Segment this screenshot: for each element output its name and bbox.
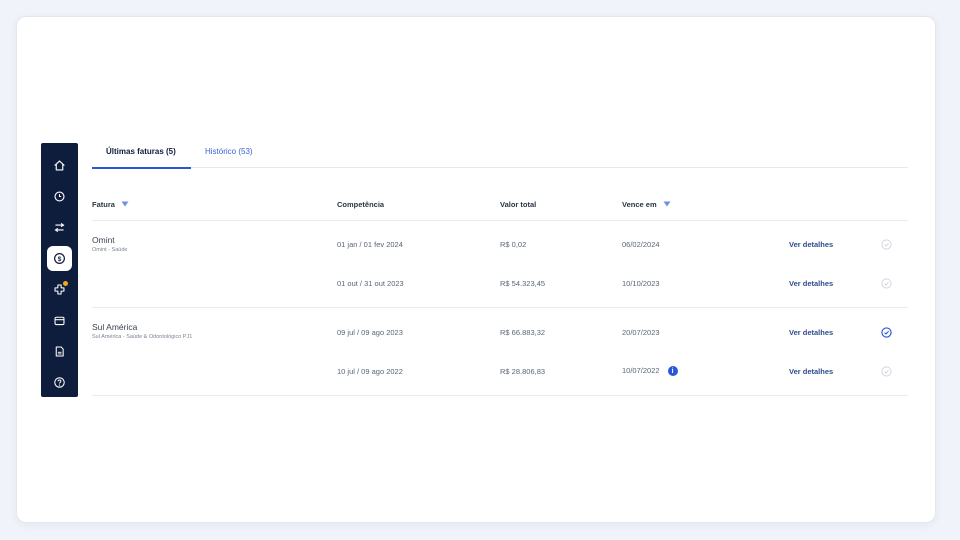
status-pending-icon[interactable]	[881, 278, 892, 289]
competencia-cell: 01 out / 31 out 2023	[337, 279, 404, 288]
provider-cell: Sul América Sul América - Saúde & Odonto…	[92, 322, 192, 340]
provider-plan: Omint - Saúde	[92, 247, 128, 253]
provider-name: Omint	[92, 235, 115, 245]
ver-detalhes-link[interactable]: Ver detalhes	[789, 367, 833, 376]
help-icon	[54, 377, 65, 388]
ver-detalhes-link[interactable]: Ver detalhes	[789, 279, 833, 288]
filter-icon[interactable]	[663, 201, 671, 207]
notification-badge	[63, 281, 68, 286]
header-valor-total: Valor total	[500, 199, 537, 209]
dollar-icon: $	[54, 253, 65, 264]
sidebar-item-help[interactable]	[47, 370, 72, 395]
vence-cell: 20/07/2023	[622, 328, 660, 337]
sidebar-item-clock[interactable]	[47, 184, 72, 209]
header-vence-em-label: Vence em	[622, 199, 657, 209]
sidebar-item-health[interactable]	[47, 277, 72, 302]
tab-history[interactable]: Histórico (53)	[191, 143, 267, 168]
sidebar: $	[41, 143, 78, 397]
svg-text:$: $	[58, 256, 62, 263]
ver-detalhes-link[interactable]: Ver detalhes	[789, 328, 833, 337]
tab-latest-invoices[interactable]: Últimas faturas (5)	[92, 143, 191, 169]
info-icon[interactable]: i	[667, 366, 678, 377]
status-active-icon[interactable]	[881, 327, 892, 338]
wallet-icon	[54, 316, 65, 326]
vence-cell: 10/07/2022 i	[622, 366, 678, 377]
header-vence-em[interactable]: Vence em	[622, 198, 671, 210]
provider-plan: Sul América - Saúde & Odontológico PJ1	[92, 334, 193, 340]
invoice-tabs: Últimas faturas (5) Histórico (53)	[92, 143, 908, 169]
vence-cell: 10/10/2023	[622, 279, 660, 288]
vence-date: 10/07/2022	[622, 366, 660, 375]
ver-detalhes-link[interactable]: Ver detalhes	[789, 240, 833, 249]
sidebar-item-home[interactable]	[47, 153, 72, 178]
competencia-cell: 01 jan / 01 fev 2024	[337, 240, 403, 249]
filter-icon[interactable]	[121, 201, 129, 207]
provider-name: Sul América	[92, 322, 138, 332]
competencia-cell: 10 jul / 09 ago 2022	[337, 367, 403, 376]
transfer-icon	[54, 222, 65, 233]
sidebar-item-documents[interactable]	[47, 339, 72, 364]
clock-icon	[54, 191, 65, 202]
valor-cell: R$ 54.323,45	[500, 279, 546, 288]
group-divider	[92, 307, 908, 308]
header-divider	[92, 220, 908, 221]
header-fatura-label: Fatura	[92, 199, 115, 209]
document-icon	[55, 346, 64, 357]
table-bottom-divider	[92, 395, 908, 396]
vence-cell: 06/02/2024	[622, 240, 660, 249]
home-icon	[54, 160, 65, 171]
sidebar-item-transfer[interactable]	[47, 215, 72, 240]
competencia-cell: 09 jul / 09 ago 2023	[337, 328, 403, 337]
header-fatura[interactable]: Fatura	[92, 198, 129, 210]
status-pending-icon[interactable]	[881, 239, 892, 250]
content-card	[16, 16, 936, 523]
valor-cell: R$ 66.883,32	[500, 328, 546, 337]
sidebar-item-invoices[interactable]: $	[47, 246, 72, 271]
header-competencia: Competência	[337, 199, 385, 209]
valor-cell: R$ 28.806,83	[500, 367, 546, 376]
status-pending-icon[interactable]	[881, 366, 892, 377]
provider-cell: Omint Omint - Saúde	[92, 235, 127, 253]
valor-cell: R$ 0,02	[500, 240, 527, 249]
sidebar-item-wallet[interactable]	[47, 308, 72, 333]
